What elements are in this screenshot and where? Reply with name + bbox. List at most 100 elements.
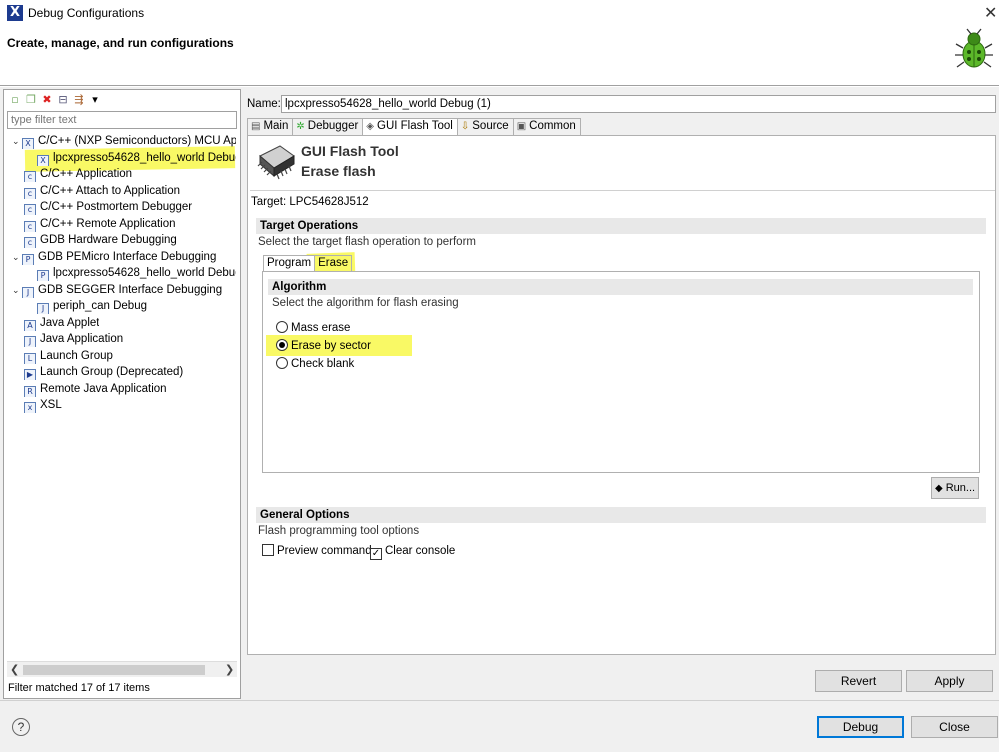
- tree-item-label: C/C++ Remote Application: [40, 217, 176, 230]
- tree-item-label: lpcxpresso54628_hello_world Debug (1): [53, 151, 236, 164]
- window-title: Debug Configurations: [28, 6, 145, 20]
- delete-icon[interactable]: ✖: [41, 94, 53, 106]
- preview-command-checkbox[interactable]: Preview command: [262, 543, 372, 559]
- tree-item[interactable]: c C/C++ Application: [24, 166, 132, 182]
- tree-item-label: Java Application: [40, 333, 124, 345]
- name-field[interactable]: lpcxpresso54628_hello_world Debug (1): [281, 95, 996, 113]
- launch-type-icon: c: [24, 187, 36, 199]
- tree-item[interactable]: L Launch Group: [24, 348, 113, 364]
- divider: [250, 190, 995, 191]
- tree-item[interactable]: ▶ Launch Group (Deprecated): [24, 364, 183, 380]
- check-icon: ✓: [370, 548, 382, 560]
- tree-item-label: C/C++ Postmortem Debugger: [40, 201, 193, 213]
- expand-toggle-icon[interactable]: ⌄: [12, 134, 22, 149]
- tab-erase[interactable]: Erase: [314, 255, 353, 272]
- help-icon[interactable]: ?: [12, 718, 30, 736]
- scroll-thumb[interactable]: [23, 665, 205, 675]
- clear-console-checkbox[interactable]: ✓ Clear console: [370, 543, 455, 560]
- tree-item[interactable]: R Remote Java Application: [24, 381, 167, 397]
- common-tab-icon: ▣: [516, 121, 527, 132]
- tree-item[interactable]: Jperiph_can Debug: [37, 298, 147, 314]
- launch-type-icon: c: [24, 204, 36, 215]
- launch-type-icon: J: [37, 303, 49, 314]
- target-label: Target: LPC54628J512: [251, 196, 369, 208]
- revert-button[interactable]: Revert: [815, 670, 902, 692]
- radio-check-blank[interactable]: Check blank: [276, 356, 354, 372]
- tab-source[interactable]: ⇩ Source: [456, 118, 514, 135]
- new-config-icon[interactable]: ▫: [9, 94, 21, 106]
- launch-type-icon: c: [24, 171, 36, 182]
- scroll-left-icon[interactable]: ❮: [10, 663, 19, 676]
- radio-erase-by-sector[interactable]: Erase by sector: [276, 338, 371, 354]
- tab-debugger[interactable]: ✲ Debugger: [292, 118, 364, 135]
- banner: [0, 26, 999, 86]
- tab-label: Debugger: [307, 120, 359, 132]
- apply-button[interactable]: Apply: [906, 670, 993, 692]
- tree-item[interactable]: Plpcxpresso54628_hello_world Debug: [37, 265, 236, 281]
- config-tabs: ▤ Main ✲ Debugger ◈ GUI Flash Tool ⇩ Source …: [247, 118, 581, 136]
- launch-type-icon: R: [24, 385, 36, 397]
- tree-item[interactable]: c C/C++ Remote Application: [24, 216, 176, 232]
- run-button[interactable]: ◆ Run...: [931, 477, 979, 499]
- tree-item-label: periph_can Debug: [53, 300, 147, 312]
- tree-item[interactable]: c GDB Hardware Debugging: [24, 232, 177, 248]
- tree-item[interactable]: c C/C++ Attach to Application: [24, 183, 180, 199]
- tree-item-label: GDB Hardware Debugging: [40, 234, 177, 246]
- app-icon: X: [7, 5, 23, 21]
- algorithm-header: Algorithm: [268, 279, 973, 295]
- general-options-header: General Options: [256, 507, 986, 523]
- launch-type-icon: X: [22, 138, 34, 149]
- launch-type-icon: J: [24, 336, 36, 347]
- tree-item[interactable]: ⌄ P GDB PEMicro Interface Debugging: [12, 249, 216, 265]
- radio-mass-erase[interactable]: Mass erase: [276, 320, 350, 336]
- expand-toggle-icon[interactable]: ⌄: [12, 283, 22, 298]
- tree-item[interactable]: ⌄X C/C++ (NXP Semiconductors) MCU Applica…: [12, 133, 236, 149]
- checkbox-label: Preview command: [277, 545, 372, 557]
- name-label: Name:: [247, 98, 281, 110]
- filter-input[interactable]: [7, 111, 237, 129]
- banner-title: Create, manage, and run configurations: [7, 36, 234, 50]
- bug-icon: [955, 28, 993, 68]
- expand-toggle-icon[interactable]: ⌄: [12, 250, 22, 265]
- operation-tabs: Program Erase: [263, 255, 353, 272]
- tool-subtitle: Erase flash: [301, 163, 376, 179]
- tab-main[interactable]: ▤ Main: [247, 118, 294, 135]
- tree-item-label: lpcxpresso54628_hello_world Debug: [53, 267, 236, 279]
- collapse-all-icon[interactable]: ⊟: [57, 94, 69, 106]
- launch-type-icon: X: [37, 154, 49, 166]
- tab-label: Source: [472, 120, 509, 132]
- radio-circle: [276, 339, 288, 351]
- source-tab-icon: ⇩: [460, 121, 470, 132]
- tab-program[interactable]: Program: [263, 255, 316, 272]
- eraser-icon: ◆: [934, 483, 943, 494]
- tab-label: Common: [529, 120, 576, 132]
- launch-type-icon: A: [24, 319, 36, 331]
- close-button[interactable]: Close: [911, 716, 998, 738]
- launch-type-icon: J: [22, 286, 34, 298]
- chevron-down-icon[interactable]: ▾: [89, 94, 101, 106]
- main-tab-icon: ▤: [251, 121, 261, 132]
- tool-title: GUI Flash Tool: [301, 143, 399, 159]
- launch-type-icon: P: [22, 253, 34, 265]
- tab-common[interactable]: ▣ Common: [512, 118, 581, 135]
- filter-icon[interactable]: ⇶: [73, 94, 85, 106]
- title-bar: [0, 0, 999, 26]
- tree-item[interactable]: c C/C++ Postmortem Debugger: [24, 199, 192, 215]
- radio-label: Check blank: [291, 358, 355, 370]
- tree-item-label: GDB SEGGER Interface Debugging: [38, 283, 223, 296]
- horizontal-scrollbar[interactable]: ❮ ❯: [7, 661, 237, 677]
- tree-item[interactable]: J Java Application: [24, 331, 123, 347]
- launch-type-icon: P: [37, 270, 49, 281]
- duplicate-icon[interactable]: ❐: [25, 94, 37, 106]
- checkbox-box: [262, 544, 274, 556]
- debug-button[interactable]: Debug: [817, 716, 904, 738]
- tab-label: GUI Flash Tool: [377, 120, 453, 132]
- tree-item[interactable]: x XSL: [24, 397, 62, 413]
- scroll-right-icon[interactable]: ❯: [225, 663, 234, 676]
- tree-item[interactable]: Xlpcxpresso54628_hello_world Debug (1): [37, 150, 236, 166]
- close-icon[interactable]: ✕: [984, 3, 997, 22]
- tab-gui-flash-tool[interactable]: ◈ GUI Flash Tool: [362, 118, 458, 136]
- flash-tab-icon: ◈: [366, 121, 374, 132]
- tree-item[interactable]: A Java Applet: [24, 315, 99, 331]
- tree-item[interactable]: ⌄ J GDB SEGGER Interface Debugging: [12, 282, 222, 298]
